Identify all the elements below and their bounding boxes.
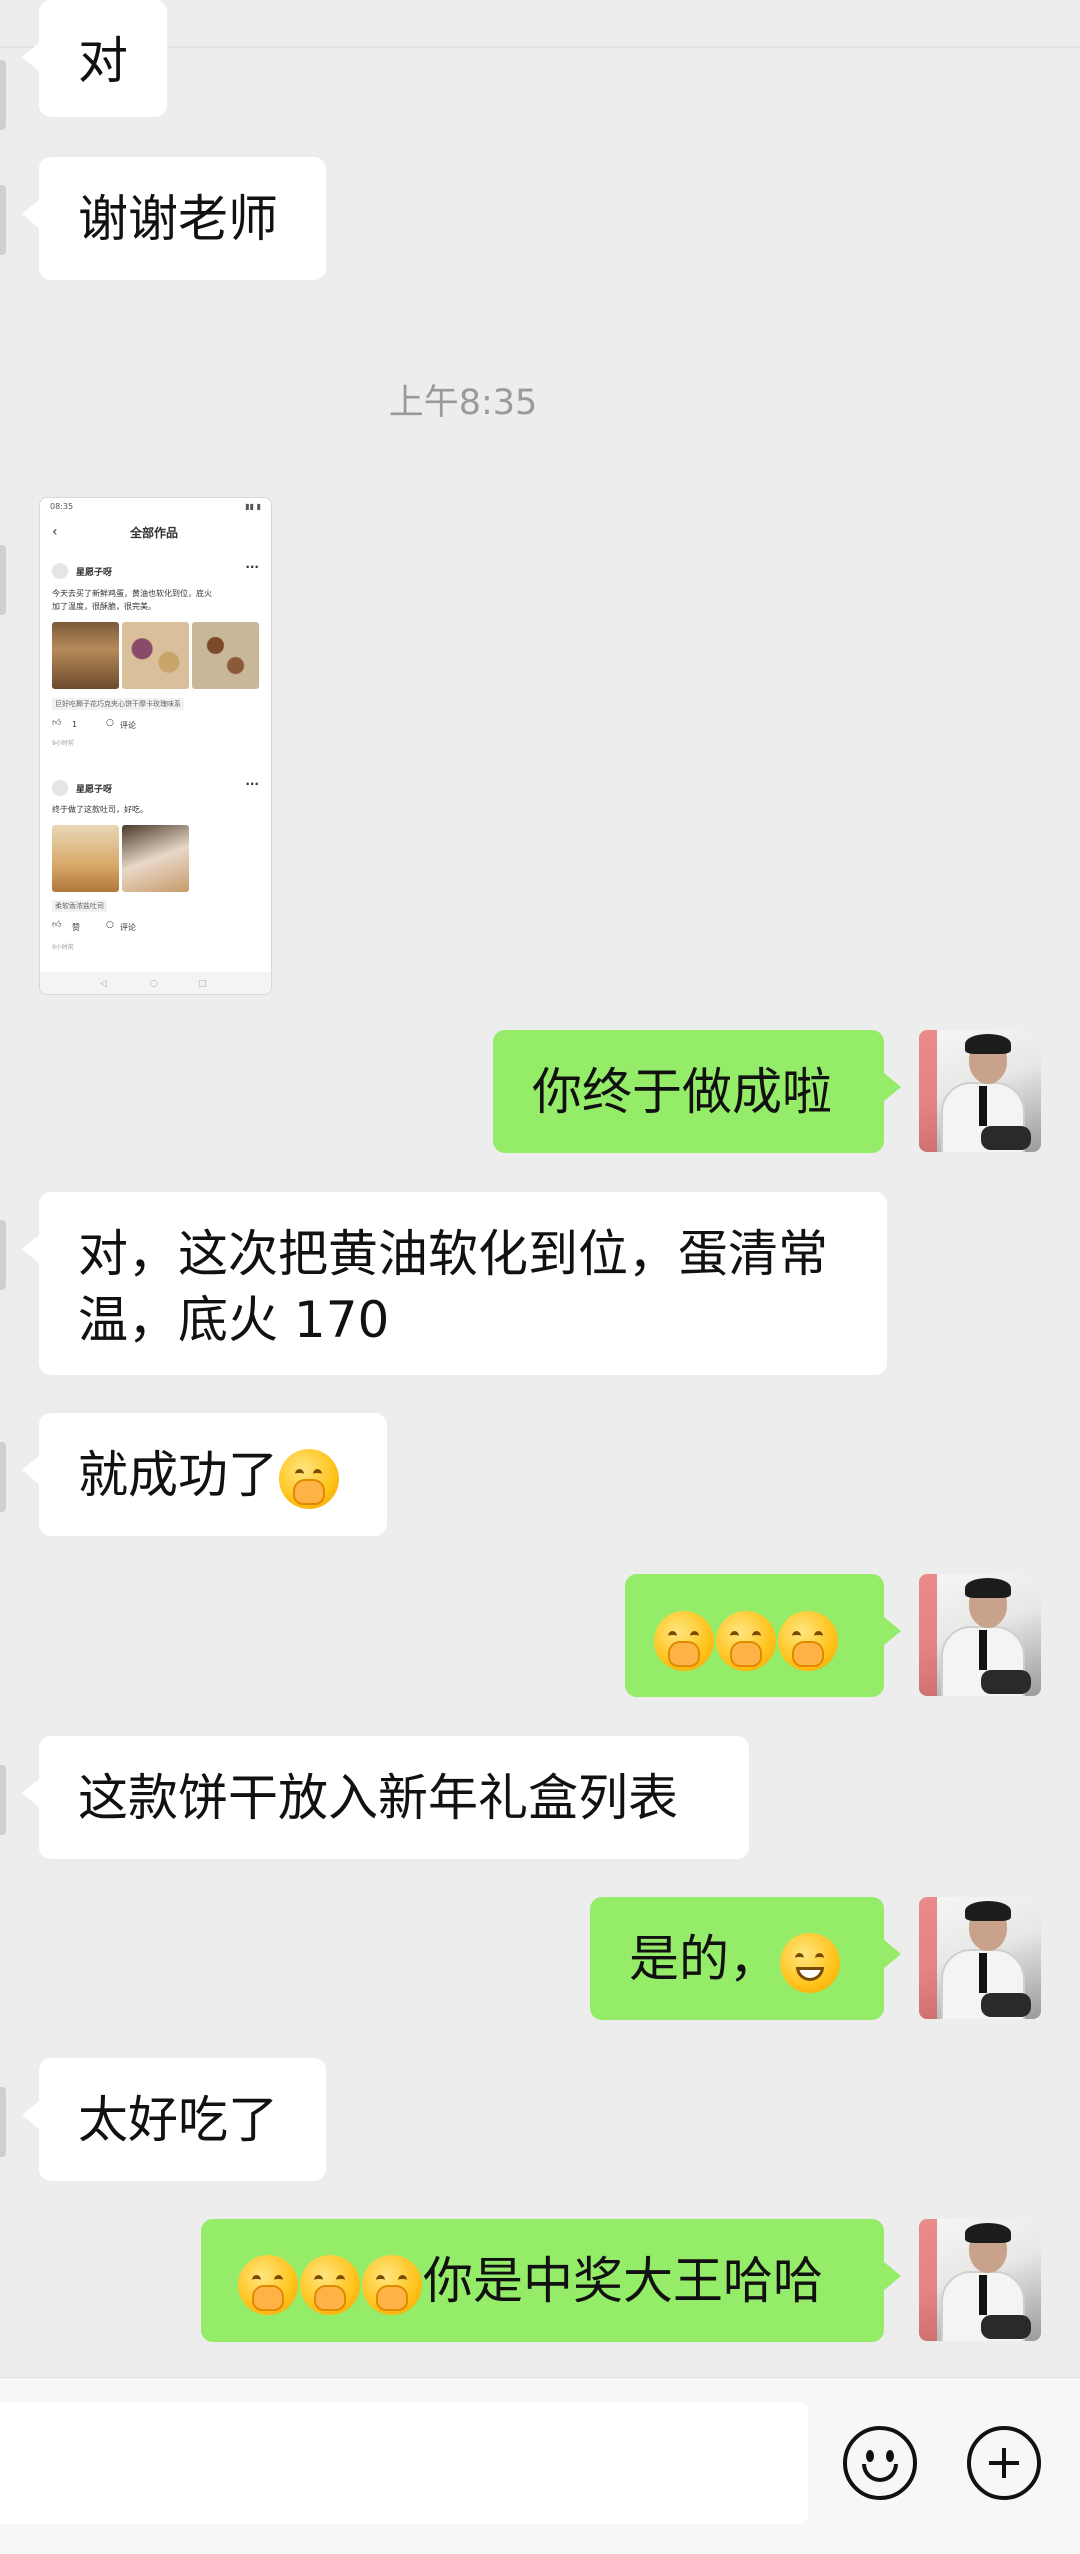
message-text: 谢谢老师	[78, 190, 278, 248]
message-text: 太好吃了	[78, 2091, 278, 2149]
shushing-face-emoji	[362, 2254, 422, 2315]
thumb-photo	[52, 622, 119, 689]
message-outgoing[interactable]: 你终于做成啦	[493, 1030, 901, 1153]
avatar-edge	[0, 60, 6, 130]
avatar-edge	[0, 1442, 6, 1512]
message-incoming[interactable]: 谢谢老师	[22, 157, 326, 280]
thumb-post-text: 今天去买了新鲜鸡蛋，黄油也软化到位，底火	[52, 589, 212, 598]
thumb-back-icon: ‹	[52, 524, 58, 540]
thumb-like-label: 赞	[72, 923, 80, 932]
smiley-icon[interactable]	[843, 2426, 917, 2500]
message-text: 就成功了	[78, 1446, 278, 1504]
avatar-edge	[0, 1765, 6, 1835]
timestamp: 上午8:35	[388, 383, 538, 423]
message-text: 是的，	[629, 1930, 779, 1988]
avatar-edge	[0, 545, 6, 615]
plus-icon[interactable]	[967, 2426, 1041, 2500]
thumb-comment-label: 评论	[120, 721, 136, 730]
thumb-more-icon: ···	[245, 777, 259, 791]
image-message[interactable]: 08:35 ▮▮ ▮ ‹ 全部作品 星愿子呀 ··· 今天去买了新鲜鸡蛋，黄油也…	[39, 497, 272, 995]
thumb-username: 星愿子呀	[76, 568, 113, 578]
thumb-nav-home-icon: ○	[150, 979, 158, 989]
message-text: 对	[78, 32, 128, 90]
grinning-face-emoji	[780, 1932, 840, 1993]
shushing-face-emoji	[238, 2254, 298, 2315]
avatar-edge	[0, 185, 6, 255]
thumb-status-icons: ▮▮ ▮	[245, 502, 261, 511]
avatar-edge	[0, 2087, 6, 2157]
message-text: 你是中奖大王哈哈	[423, 2252, 823, 2310]
message-text: 这款饼干放入新年礼盒列表	[78, 1769, 678, 1827]
avatar[interactable]	[919, 1574, 1041, 1696]
thumb-photo	[122, 825, 189, 892]
shushing-face-emoji	[716, 1610, 776, 1671]
thumb-photo	[52, 825, 119, 892]
thumb-like-icon: 👍︎	[52, 920, 62, 930]
message-outgoing[interactable]: 你是中奖大王哈哈	[201, 2219, 901, 2342]
message-incoming[interactable]: 对，这次把黄油软化到位，蛋清常 温，底火 170	[22, 1192, 887, 1375]
shushing-face-emoji	[654, 1610, 714, 1671]
thumb-tag: 巨好吃椰子花巧克夹心饼干摩卡玫瑰味系	[52, 698, 184, 710]
thumb-avatar	[52, 563, 68, 579]
message-text: 你终于做成啦	[532, 1063, 832, 1121]
thumb-comment-label: 评论	[120, 923, 136, 932]
message-text: 温，底火 170	[78, 1291, 390, 1349]
thumb-like-icon: 👍︎	[52, 718, 62, 728]
thumb-post-time: 9小时前	[52, 944, 74, 951]
thumb-more-icon: ···	[245, 560, 259, 574]
avatar-edge	[0, 1220, 6, 1290]
thumb-post-text: 终于做了这款吐司，好吃。	[52, 805, 148, 814]
shushing-face-emoji	[778, 1610, 838, 1671]
message-outgoing[interactable]: 是的，	[590, 1897, 901, 2020]
message-input[interactable]	[0, 2402, 808, 2524]
message-outgoing[interactable]	[625, 1574, 901, 1697]
avatar[interactable]	[919, 2219, 1041, 2341]
thumb-post-text: 加了温度，很酥脆，很完美。	[52, 602, 156, 611]
thumb-like-count: 1	[72, 720, 78, 729]
message-incoming[interactable]: 就成功了	[22, 1413, 387, 1536]
avatar[interactable]	[919, 1897, 1041, 2019]
thumb-photo	[192, 622, 259, 689]
message-incoming[interactable]: 这款饼干放入新年礼盒列表	[22, 1736, 749, 1859]
thumb-tag: 柔软香浓盐吐司	[52, 900, 107, 912]
thumb-comment-icon: ○	[106, 718, 114, 728]
message-incoming[interactable]: 太好吃了	[22, 2058, 326, 2181]
shushing-face-emoji	[300, 2254, 360, 2315]
thumb-title: 全部作品	[130, 526, 179, 540]
thumb-post-time: 9小时前	[52, 740, 74, 747]
thumb-nav-back-icon: ◁	[100, 979, 107, 989]
thumb-comment-icon: ○	[106, 920, 114, 930]
message-incoming[interactable]: 对	[22, 0, 167, 117]
message-text: 对，这次把黄油软化到位，蛋清常	[78, 1225, 828, 1283]
thumb-status-time: 08:35	[50, 502, 74, 511]
thumb-nav-recent-icon: □	[198, 979, 207, 989]
input-bar	[0, 2377, 1080, 2554]
avatar[interactable]	[919, 1030, 1041, 1152]
thumb-username: 星愿子呀	[76, 785, 113, 795]
thinking-face-emoji	[279, 1448, 339, 1509]
thumb-photo	[122, 622, 189, 689]
thumb-avatar	[52, 780, 68, 796]
